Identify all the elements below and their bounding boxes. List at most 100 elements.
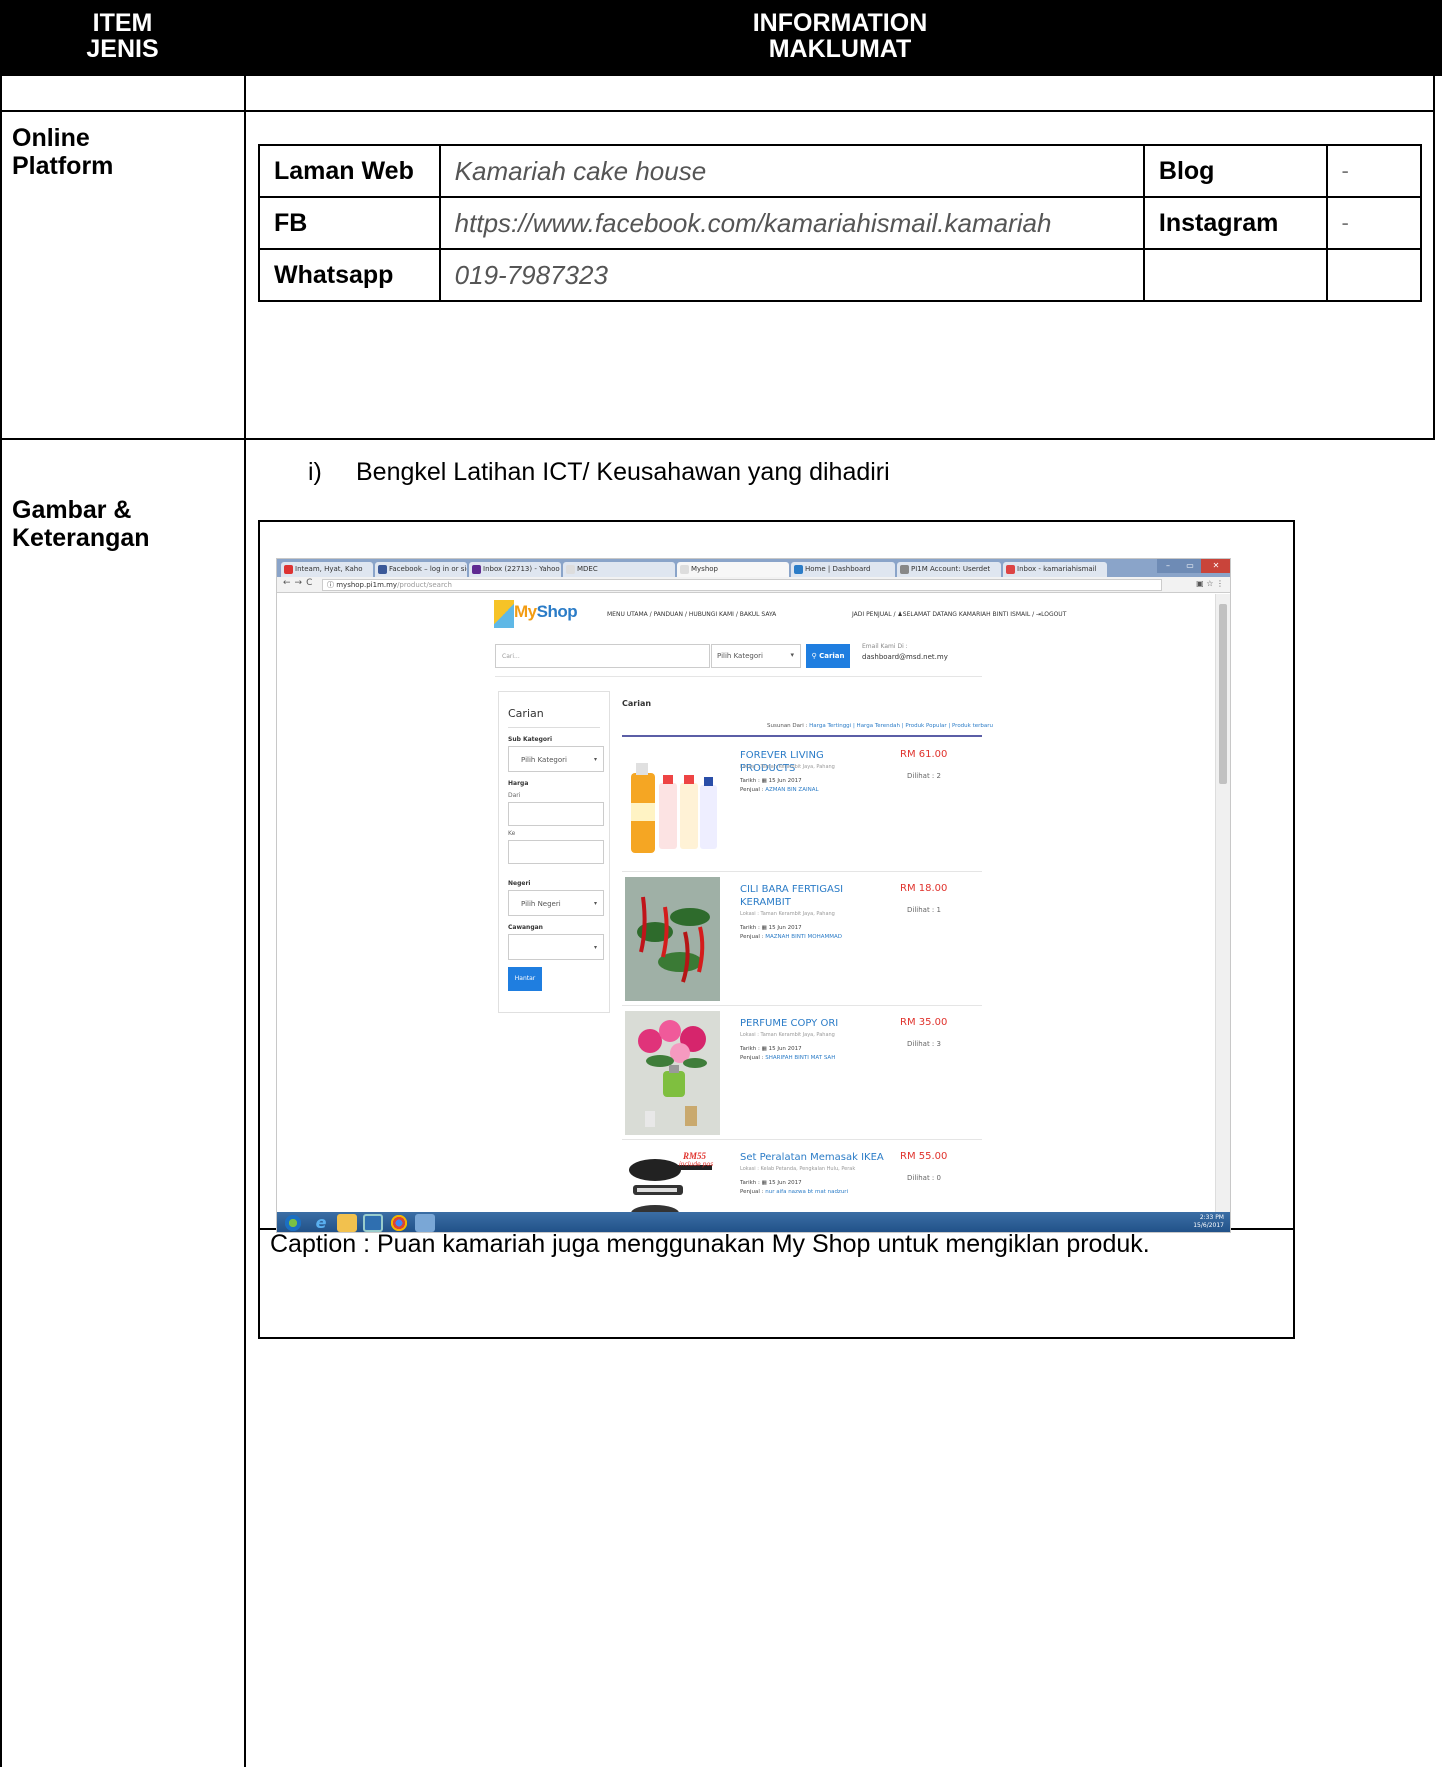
browser-tab[interactable]: Facebook – log in or sig: [375, 562, 467, 577]
seller-name[interactable]: nur aifa nazwa bt mat nadzuri: [765, 1189, 848, 1195]
search-icon: ⚲: [811, 652, 817, 660]
browser-tab[interactable]: PI1M Account: Userdet: [897, 562, 1001, 577]
product-location: Lokasi : Taman Kerambit Jaya, Pahang: [740, 911, 835, 917]
product-price: RM 55.00: [900, 1151, 948, 1162]
table-row-divider: [0, 110, 1435, 112]
header-item-label: ITEM: [92, 9, 153, 37]
product-listing[interactable]: FOREVER LIVING PRODUCTS RM 61.00 Lokasi …: [622, 740, 982, 872]
media-player-icon[interactable]: [363, 1214, 383, 1232]
price-to-input[interactable]: [508, 840, 604, 864]
search-input[interactable]: Cari...: [495, 644, 710, 668]
browser-tab[interactable]: Inteam, Hyat, Kaho: [281, 562, 373, 577]
browser-tab-active[interactable]: Myshop: [677, 562, 789, 577]
platform-row: Laman Web Kamariah cake house Blog -: [258, 144, 1423, 198]
platform-row: FB https://www.facebook.com/kamariahisma…: [258, 196, 1423, 250]
online-platform-label: Online Platform: [12, 124, 113, 180]
sub-category-select[interactable]: Pilih Kategori ▾: [508, 746, 604, 772]
product-date: Tarikh : ▦ 15 Jun 2017: [740, 1046, 802, 1052]
main-navigation[interactable]: MENU UTAMA / PANDUAN / HUBUNGI KAMI / BA…: [607, 611, 776, 618]
user-navigation[interactable]: JADI PENJUAL / ♟SELAMAT DATANG KAMARIAH …: [852, 611, 1066, 618]
online-platform-table: Laman Web Kamariah cake house Blog - FB …: [258, 144, 1423, 302]
tab-label: Myshop: [691, 565, 718, 573]
tab-label: Inteam, Hyat, Kaho: [295, 565, 363, 573]
browser-address-bar: ←→C ⓘ myshop.pi1m.my/product/search ▣ ☆ …: [277, 577, 1230, 593]
product-name[interactable]: FOREVER LIVING PRODUCTS: [740, 749, 875, 775]
scrollbar-thumb[interactable]: [1219, 604, 1227, 784]
browser-tab[interactable]: MDEC: [563, 562, 675, 577]
divider: [508, 727, 600, 728]
product-name[interactable]: Set Peralatan Memasak IKEA: [740, 1151, 890, 1164]
tab-label: PI1M Account: Userdet: [911, 565, 991, 573]
start-button-icon[interactable]: [283, 1214, 303, 1232]
product-name[interactable]: PERFUME COPY ORI: [740, 1017, 875, 1030]
product-seller: Penjual : SHARIFAH BINTI MAT SAH: [740, 1055, 835, 1061]
sub-category-label: Sub Kategori: [508, 736, 553, 743]
product-views: Dilihat : 3: [907, 1040, 941, 1048]
product-price: RM 35.00: [900, 1017, 948, 1028]
product-image-chili: [625, 877, 720, 1001]
header-information-label: INFORMATION: [752, 9, 928, 37]
state-label: Negeri: [508, 880, 531, 887]
state-select-value: Pilih Negeri: [521, 900, 561, 908]
sort-links[interactable]: Harga Tertinggi | Harga Terendah | Produ…: [809, 723, 993, 729]
submit-button[interactable]: Hantar: [508, 967, 542, 991]
email-address[interactable]: dashboard@msd.net.my: [862, 653, 948, 661]
product-views: Dilihat : 2: [907, 772, 941, 780]
minimize-icon[interactable]: –: [1157, 559, 1179, 573]
product-listing[interactable]: CILI BARA FERTIGASI KERAMBIT RM 18.00 Lo…: [622, 874, 982, 1006]
platform-label: Platform: [12, 152, 114, 180]
browser-tab[interactable]: Home | Dashboard: [791, 562, 895, 577]
sort-options[interactable]: Susunan Dari : Harga Tertinggi | Harga T…: [767, 723, 993, 729]
platform-value: 019-7987323: [438, 248, 1145, 302]
back-forward-reload-icon[interactable]: ←→C: [283, 578, 316, 588]
product-image-perfume: [625, 1011, 720, 1135]
browser-tab[interactable]: Inbox - kamariahismail: [1003, 562, 1107, 577]
platform-value: -: [1325, 144, 1423, 198]
platform-key: Instagram: [1142, 196, 1328, 250]
windows-taskbar: e 2:33 PM 15/6/2017: [277, 1212, 1230, 1232]
table-row-divider: [0, 438, 1435, 440]
seller-name[interactable]: SHARIFAH BINTI MAT SAH: [765, 1055, 835, 1061]
price-from-input[interactable]: [508, 802, 604, 826]
header-information-column: INFORMATION MAKLUMAT: [245, 10, 1435, 62]
platform-key: Blog: [1142, 144, 1328, 198]
state-select[interactable]: Pilih Negeri ▾: [508, 890, 604, 916]
product-views: Dilihat : 1: [907, 906, 941, 914]
chevron-down-icon: ▾: [790, 651, 794, 659]
seller-name[interactable]: MAZNAH BINTI MOHAMMAD: [765, 934, 842, 940]
myshop-logo[interactable]: MyShop: [494, 600, 578, 628]
internet-explorer-icon[interactable]: e: [311, 1214, 331, 1232]
divider: [495, 676, 982, 677]
results-title: Carian: [622, 699, 652, 708]
category-select-value: Pilih Kategori: [717, 652, 763, 660]
search-button[interactable]: ⚲ Carian: [806, 644, 850, 668]
product-seller: Penjual : nur aifa nazwa bt mat nadzuri: [740, 1189, 848, 1195]
branch-select[interactable]: ▾: [508, 934, 604, 960]
product-price: RM 18.00: [900, 883, 948, 894]
browser-extension-icons[interactable]: ▣ ☆ ⋮: [1196, 579, 1224, 588]
browser-tab[interactable]: Inbox (22713) - Yahoo M: [469, 562, 561, 577]
category-select[interactable]: Pilih Kategori ▾: [711, 644, 801, 668]
system-clock[interactable]: 2:33 PM 15/6/2017: [1193, 1214, 1224, 1230]
platform-value: https://www.facebook.com/kamariahismail.…: [438, 196, 1145, 250]
product-name[interactable]: CILI BARA FERTIGASI KERAMBIT: [740, 883, 875, 909]
close-icon[interactable]: ✕: [1201, 559, 1230, 573]
seller-name[interactable]: AZMAN BIN ZAINAL: [765, 787, 818, 793]
price-badge-sub: include pos: [679, 1161, 714, 1168]
platform-key: [1142, 248, 1328, 302]
product-date: Tarikh : ▦ 15 Jun 2017: [740, 925, 802, 931]
paint-icon[interactable]: [415, 1214, 435, 1232]
file-explorer-icon[interactable]: [337, 1214, 357, 1232]
product-location: Lokasi : Taman Kerambit Jaya, Pahang: [740, 1032, 835, 1038]
header-item-column: ITEM JENIS: [0, 10, 245, 62]
product-views: Dilihat : 0: [907, 1174, 941, 1182]
tab-label: MDEC: [577, 565, 598, 573]
maximize-icon[interactable]: ▭: [1179, 559, 1201, 573]
chrome-icon[interactable]: [389, 1214, 409, 1232]
logo-shop: Shop: [536, 602, 578, 621]
url-host: myshop.pi1m.my: [336, 581, 398, 589]
url-field[interactable]: ⓘ myshop.pi1m.my/product/search: [322, 579, 1162, 591]
url-path: /product/search: [397, 581, 452, 589]
product-listing[interactable]: PERFUME COPY ORI RM 35.00 Lokasi : Taman…: [622, 1008, 982, 1140]
email-label: Email Kami Di :: [862, 643, 908, 650]
